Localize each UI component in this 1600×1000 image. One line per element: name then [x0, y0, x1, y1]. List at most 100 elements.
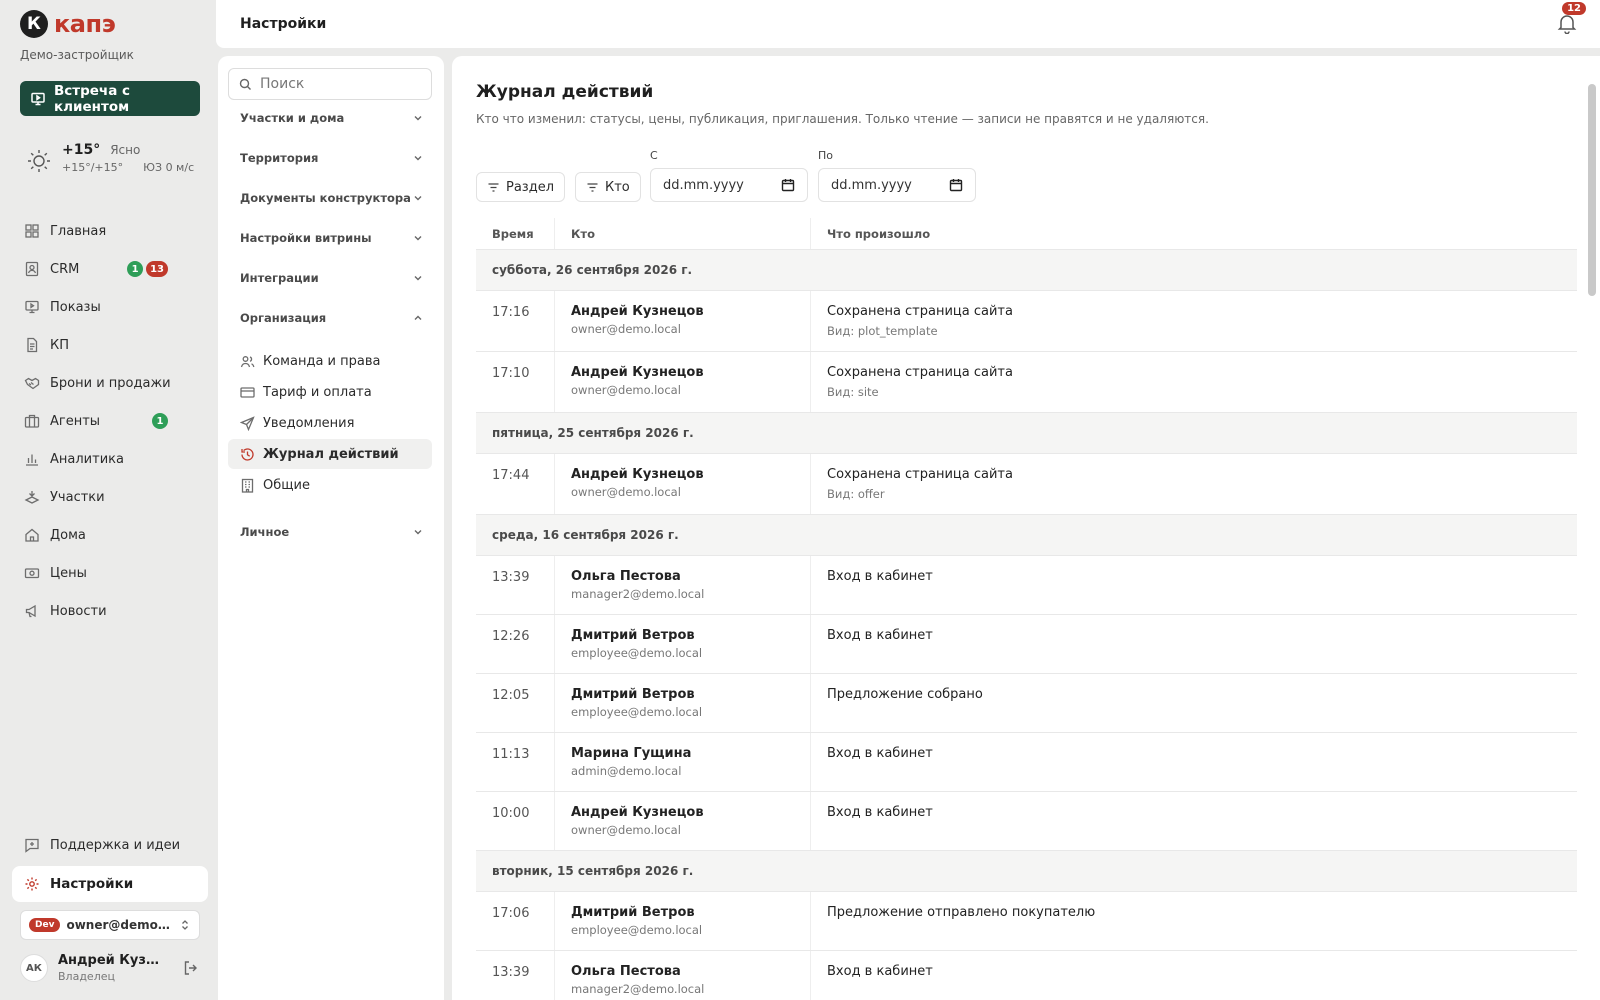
row-what: Сохранена страница сайта Вид: offer [810, 454, 1577, 514]
sub-item-label: Уведомления [263, 415, 355, 431]
sub-item-team-rights[interactable]: Команда и права [228, 346, 432, 376]
row-what: Вход в кабинет [810, 615, 1577, 673]
table-row[interactable]: 10:00 Андрей Кузнецов owner@demo.local Вход… [476, 792, 1577, 851]
settings-search-input[interactable]: Поиск [228, 68, 432, 100]
row-time: 12:05 [492, 688, 530, 703]
bar-chart-icon [26, 454, 38, 466]
nav-item-home[interactable]: Главная [12, 212, 208, 250]
date-to-input[interactable]: dd.mm.yyyy [818, 168, 976, 202]
content-title: Журнал действий [476, 82, 654, 102]
crm-overdue-badge: 13 [146, 261, 168, 277]
row-person-name: Ольга Пестова [571, 964, 681, 979]
row-person-email: owner@demo.local [571, 823, 681, 837]
avatar[interactable]: АК [20, 954, 48, 982]
nav-item-bookings[interactable]: Брони и продажи [12, 364, 208, 402]
nav-item-analytics[interactable]: Аналитика [12, 440, 208, 478]
account-switcher[interactable]: Dev owner@demo.local [20, 910, 200, 940]
filter-who-button[interactable]: Кто [575, 172, 641, 202]
table-row[interactable]: 13:39 Ольга Пестова manager2@demo.local Вхо… [476, 556, 1577, 615]
column-header-time[interactable]: Время [476, 227, 554, 241]
row-what: Сохранена страница сайта Вид: site [810, 352, 1577, 412]
presentation-icon [31, 92, 45, 105]
table-row[interactable]: 12:26 Дмитрий Ветров employee@demo.local Вх… [476, 615, 1577, 674]
user-name: Андрей Кузнецов [58, 953, 162, 968]
building-icon [241, 478, 254, 493]
bell-icon[interactable] [1556, 12, 1578, 34]
nav-item-news[interactable]: Новости [12, 592, 208, 630]
section-territory[interactable]: Территория [240, 146, 424, 170]
row-person-email: employee@demo.local [571, 646, 703, 660]
table-row[interactable]: 11:13 Марина Гущина admin@demo.local Вход в… [476, 733, 1577, 792]
nav-item-plots[interactable]: Участки [12, 478, 208, 516]
support-ideas-link[interactable]: Поддержка и идеи [12, 826, 208, 864]
row-action: Вход в кабинет [827, 805, 933, 820]
settings-label: Настройки [50, 876, 134, 892]
search-placeholder: Поиск [260, 76, 305, 92]
table-row[interactable]: 13:39 Ольга Пестова manager2@demo.local Вхо… [476, 951, 1577, 1000]
feedback-icon [25, 838, 39, 853]
nav-item-agents[interactable]: Агенты 1 [12, 402, 208, 440]
calendar-icon[interactable] [949, 178, 963, 192]
row-who: Дмитрий Ветров employee@demo.local [554, 615, 810, 673]
weather-range: +15°/+15° [62, 161, 124, 174]
date-from-label: С [650, 149, 658, 162]
table-row[interactable]: 17:16 Андрей Кузнецов owner@demo.local Сохр… [476, 291, 1577, 352]
row-time: 17:44 [492, 468, 530, 483]
row-who: Ольга Пестова manager2@demo.local [554, 556, 810, 614]
row-person-email: owner@demo.local [571, 485, 681, 499]
table-row[interactable]: 17:10 Андрей Кузнецов owner@demo.local Сохр… [476, 352, 1577, 413]
date-to-label: По [818, 149, 834, 162]
table-row[interactable]: 12:05 Дмитрий Ветров employee@demo.local Пр… [476, 674, 1577, 733]
nav-item-prices[interactable]: Цены [12, 554, 208, 592]
nav-label: КП [50, 337, 70, 353]
nav-item-settings[interactable]: Настройки [12, 866, 208, 902]
sub-item-billing[interactable]: Тариф и оплата [228, 377, 432, 407]
date-from-input[interactable]: dd.mm.yyyy [650, 168, 808, 202]
chevron-updown-icon [182, 920, 188, 930]
nav-item-showings[interactable]: Показы [12, 288, 208, 326]
scrollbar[interactable] [1588, 84, 1596, 1000]
section-integrations[interactable]: Интеграции [240, 266, 424, 290]
nav-item-offers[interactable]: КП [12, 326, 208, 364]
row-action-detail: Вид: plot_template [827, 324, 938, 338]
row-time: 13:39 [492, 570, 530, 585]
agents-badge: 1 [152, 413, 168, 429]
sub-item-general[interactable]: Общие [228, 470, 432, 500]
chevron-down-icon [414, 196, 422, 201]
section-personal[interactable]: Личное [240, 520, 424, 544]
row-person-email: employee@demo.local [571, 923, 703, 937]
sub-item-action-log[interactable]: Журнал действий [228, 439, 432, 469]
calendar-icon[interactable] [781, 178, 795, 192]
meet-client-button[interactable]: Встреча с клиентом [20, 81, 200, 116]
settings-submenu: Поиск Участки и дома Территория Документ… [218, 56, 444, 1000]
section-label: Документы конструктора [240, 191, 411, 205]
row-action: Сохранена страница сайта [827, 467, 1013, 482]
action-log-table: Время Кто Что произошло суббота, 26 сент… [476, 218, 1577, 1000]
column-header-what[interactable]: Что произошло [810, 218, 1577, 249]
nav-label: Показы [50, 299, 101, 315]
nav-item-houses[interactable]: Дома [12, 516, 208, 554]
logo[interactable]: К капэ [20, 10, 116, 38]
table-row[interactable]: 17:44 Андрей Кузнецов owner@demo.local Сохр… [476, 454, 1577, 515]
section-plots-houses[interactable]: Участки и дома [240, 106, 424, 130]
logo-text: капэ [54, 10, 116, 38]
section-organization[interactable]: Организация [240, 306, 424, 330]
sub-item-notifications[interactable]: Уведомления [228, 408, 432, 438]
table-header: Время Кто Что произошло [476, 218, 1577, 250]
day-group-header: вторник, 15 сентября 2026 г. [476, 851, 1577, 892]
row-person-name: Марина Гущина [571, 746, 692, 761]
column-header-who[interactable]: Кто [554, 218, 810, 249]
chevron-down-icon [414, 156, 422, 161]
weather-widget: +15° Ясно +15°/+15° ЮЗ 0 м/с [26, 142, 194, 174]
row-who: Марина Гущина admin@demo.local [554, 733, 810, 791]
nav-item-crm[interactable]: CRM 1 13 [12, 250, 208, 288]
scrollbar-thumb[interactable] [1588, 84, 1596, 296]
filter-icon [488, 182, 499, 192]
section-showcase-settings[interactable]: Настройки витрины [240, 226, 424, 250]
table-row[interactable]: 17:06 Дмитрий Ветров employee@demo.local Пр… [476, 892, 1577, 951]
row-time: 10:00 [492, 806, 530, 821]
weather-desc: Ясно [110, 143, 141, 157]
logout-icon[interactable] [182, 959, 200, 977]
section-constructor-docs[interactable]: Документы конструктора [240, 186, 424, 210]
filter-section-button[interactable]: Раздел [476, 172, 566, 202]
